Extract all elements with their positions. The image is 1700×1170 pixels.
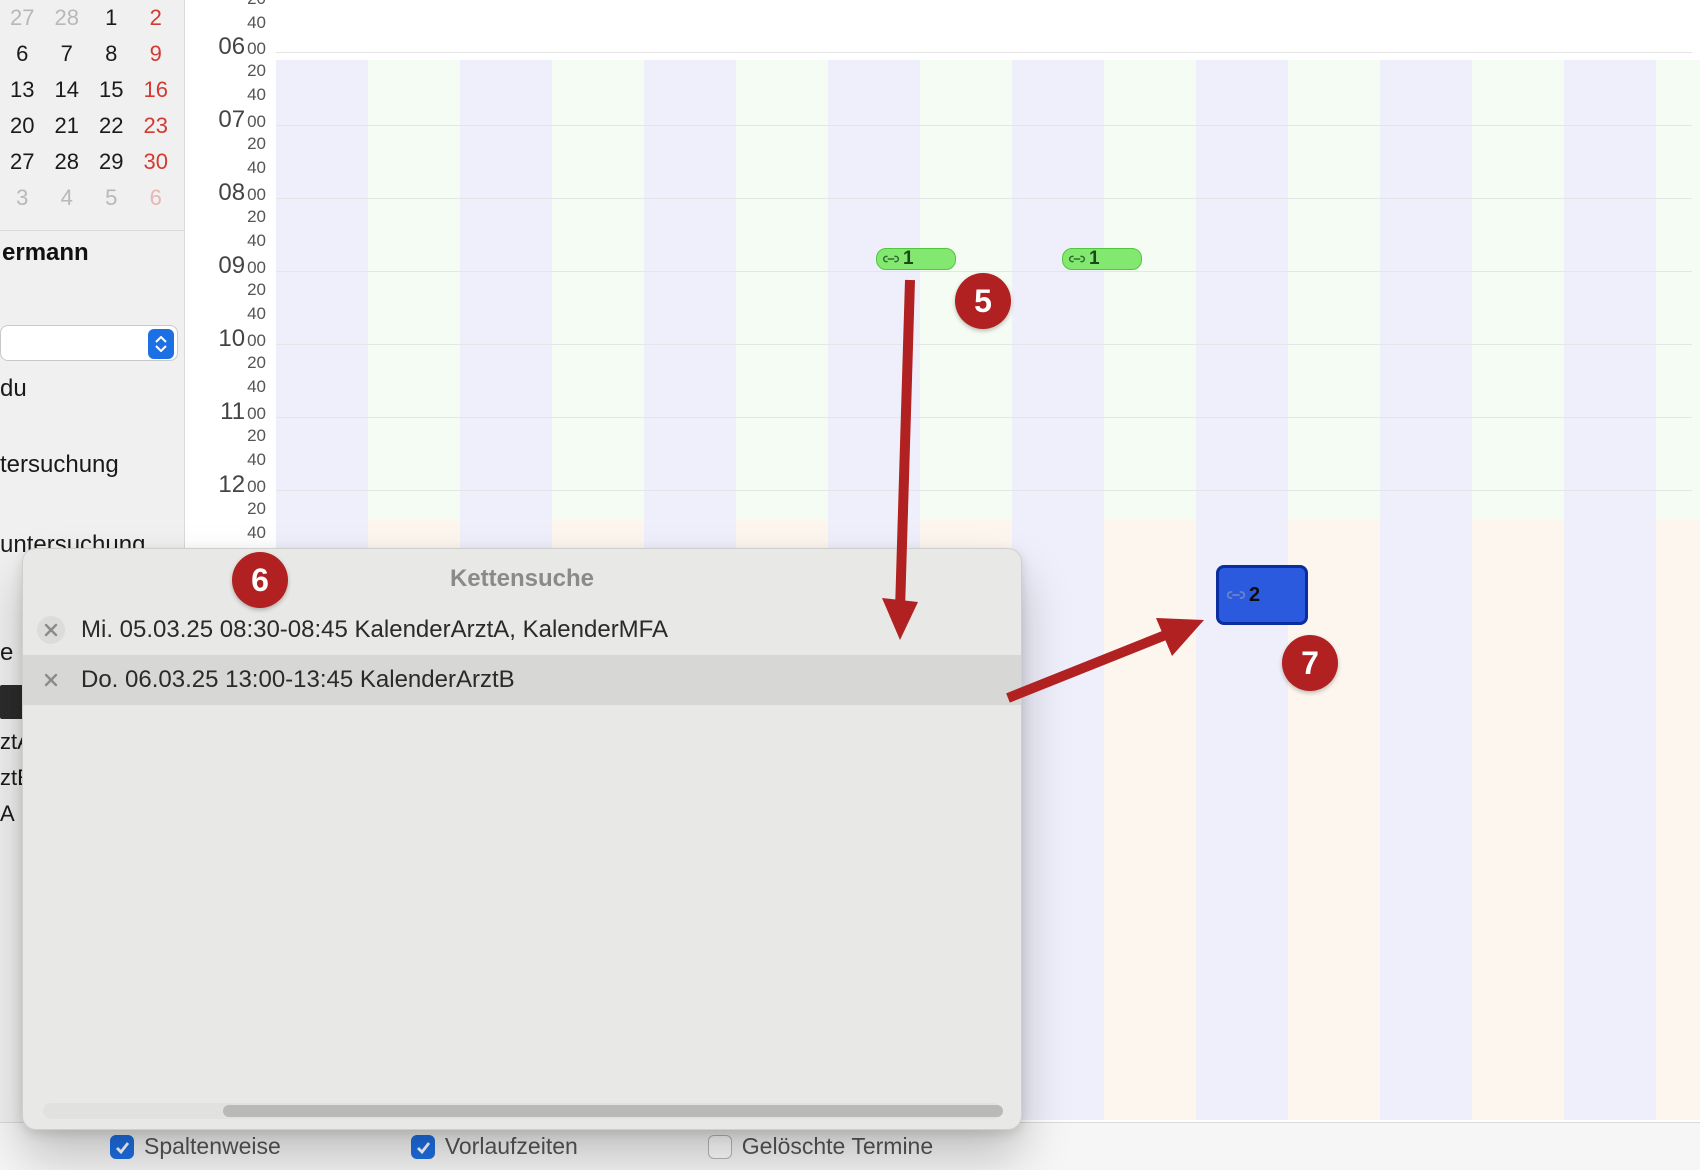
annotation-5: 5 — [955, 273, 1011, 329]
mini-cal-day[interactable]: 20 — [0, 108, 45, 144]
mini-cal-day[interactable]: 27 — [0, 0, 45, 36]
mini-calendar-table: 27281267891314151620212223272829303456 — [0, 0, 178, 216]
select-stepper-icon[interactable] — [148, 329, 174, 359]
checkbox-geloeschte-termine[interactable]: Gelöschte Termine — [708, 1133, 933, 1160]
mini-cal-day[interactable]: 28 — [45, 0, 90, 36]
row-text: Do. 06.03.25 13:00-13:45 KalenderArztB — [81, 666, 515, 694]
mini-cal-day[interactable]: 4 — [45, 180, 90, 216]
mini-cal-day[interactable]: 13 — [0, 72, 45, 108]
pill-label: 1 — [1089, 248, 1100, 270]
mini-cal-day[interactable]: 23 — [134, 108, 179, 144]
day-column[interactable] — [1012, 60, 1104, 1120]
scrollbar-thumb[interactable] — [223, 1105, 1003, 1117]
mini-cal-day[interactable]: 30 — [134, 144, 179, 180]
sidebar-text-du: du — [0, 375, 184, 403]
popover-result-row[interactable]: Do. 06.03.25 13:00-13:45 KalenderArztB — [23, 655, 1021, 705]
day-column[interactable] — [1380, 60, 1472, 1120]
mini-cal-day[interactable]: 5 — [89, 180, 134, 216]
mini-cal-day[interactable]: 1 — [89, 0, 134, 36]
mini-cal-day[interactable]: 22 — [89, 108, 134, 144]
mini-cal-day[interactable]: 8 — [89, 36, 134, 72]
popover-scrollbar[interactable] — [43, 1103, 1001, 1119]
block-label: 2 — [1249, 584, 1260, 607]
mini-cal-day[interactable]: 16 — [134, 72, 179, 108]
popover-title: Kettensuche — [23, 549, 1021, 605]
mini-cal-day[interactable]: 21 — [45, 108, 90, 144]
popover-result-row[interactable]: Mi. 05.03.25 08:30-08:45 KalenderArztA, … — [23, 605, 1021, 655]
chain-link-icon — [883, 252, 899, 266]
checkbox-vorlaufzeiten[interactable]: Vorlaufzeiten — [411, 1133, 578, 1160]
chain-link-icon — [1227, 587, 1245, 603]
chain-link-icon — [1069, 252, 1085, 266]
mini-cal-day[interactable]: 3 — [0, 180, 45, 216]
mini-cal-day[interactable]: 6 — [134, 180, 179, 216]
row-text: Mi. 05.03.25 08:30-08:45 KalenderArztA, … — [81, 616, 668, 644]
checkbox-label: Spaltenweise — [144, 1133, 281, 1160]
patient-name-fragment: ermann — [0, 230, 184, 273]
popover-result-list: Mi. 05.03.25 08:30-08:45 KalenderArztA, … — [23, 605, 1021, 705]
mini-cal-day[interactable]: 2 — [134, 0, 179, 36]
sidebar-select[interactable] — [0, 325, 178, 361]
mini-cal-day[interactable]: 29 — [89, 144, 134, 180]
checkbox-box — [110, 1135, 134, 1159]
mini-cal-day[interactable]: 6 — [0, 36, 45, 72]
sidebar-text-1: tersuchung — [0, 451, 184, 479]
checkbox-box — [411, 1135, 435, 1159]
row-remove-button[interactable] — [37, 666, 65, 694]
mini-calendar[interactable]: 27281267891314151620212223272829303456 — [0, 0, 184, 226]
appointment-block[interactable]: 2 — [1216, 565, 1308, 625]
checkbox-label: Vorlaufzeiten — [445, 1133, 578, 1160]
mini-cal-day[interactable]: 28 — [45, 144, 90, 180]
day-column[interactable] — [1564, 60, 1656, 1120]
appointment-pill-1[interactable]: 1 — [876, 248, 956, 270]
checkbox-box — [708, 1135, 732, 1159]
row-remove-button[interactable] — [37, 616, 65, 644]
kettensuche-popover: Kettensuche Mi. 05.03.25 08:30-08:45 Kal… — [22, 548, 1022, 1130]
mini-cal-day[interactable]: 14 — [45, 72, 90, 108]
checkbox-label: Gelöschte Termine — [742, 1133, 933, 1160]
checkbox-spaltenweise[interactable]: Spaltenweise — [110, 1133, 281, 1160]
annotation-6: 6 — [232, 552, 288, 608]
pill-label: 1 — [903, 248, 914, 270]
annotation-7: 7 — [1282, 635, 1338, 691]
appointment-pill-2[interactable]: 1 — [1062, 248, 1142, 270]
mini-cal-day[interactable]: 27 — [0, 144, 45, 180]
mini-cal-day[interactable]: 9 — [134, 36, 179, 72]
mini-cal-day[interactable]: 15 — [89, 72, 134, 108]
mini-cal-day[interactable]: 7 — [45, 36, 90, 72]
